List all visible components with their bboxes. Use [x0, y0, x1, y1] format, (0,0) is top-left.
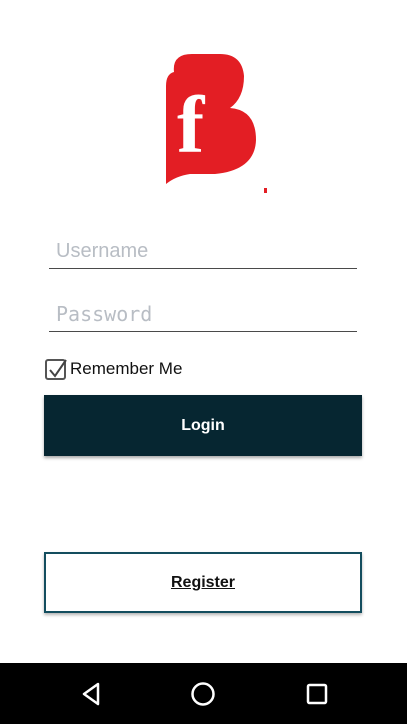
password-field: [49, 297, 357, 332]
login-screen: f Remember Me Login Register: [0, 0, 407, 724]
recents-square-icon: [306, 683, 328, 704]
brand-logo-icon: f: [166, 54, 267, 193]
nav-recents-button[interactable]: [287, 663, 347, 724]
nav-home-button[interactable]: [173, 663, 233, 724]
svg-text:f: f: [177, 79, 206, 170]
back-triangle-icon: [82, 682, 100, 705]
checkmark-icon: [49, 358, 67, 378]
home-circle-icon: [191, 681, 215, 706]
username-input[interactable]: [49, 234, 357, 268]
password-input[interactable]: [49, 297, 357, 331]
remember-me-checkbox[interactable]: [45, 358, 67, 380]
login-button[interactable]: Login: [44, 395, 362, 456]
username-field: [49, 234, 357, 269]
android-nav-bar: [0, 663, 407, 724]
register-button[interactable]: Register: [44, 552, 362, 613]
brand-logo: f: [160, 50, 270, 195]
remember-me-toggle[interactable]: Remember Me: [45, 356, 182, 382]
nav-back-button[interactable]: [61, 663, 121, 724]
remember-me-label: Remember Me: [70, 359, 183, 378]
